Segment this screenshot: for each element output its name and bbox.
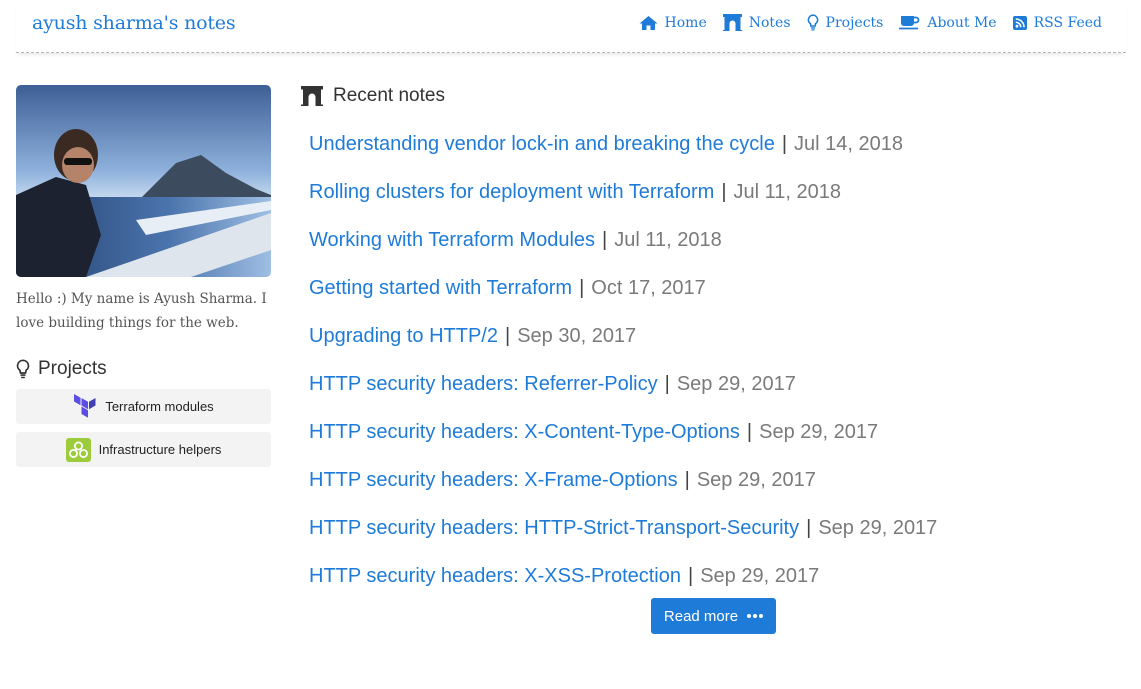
lightbulb-icon — [16, 359, 30, 379]
read-more-button[interactable]: Read more — [651, 598, 776, 634]
profile-photo — [16, 85, 271, 277]
project-infrastructure-helpers[interactable]: Infrastructure helpers — [16, 432, 271, 467]
lightbulb-icon — [807, 14, 818, 31]
note-separator: | — [504, 324, 511, 347]
note-separator: | — [664, 372, 670, 395]
recent-notes-heading: Recent notes — [301, 85, 445, 107]
nav-home-label: Home — [664, 14, 707, 31]
note-title-link[interactable]: HTTP security headers: Referrer-Policy — [309, 373, 658, 396]
terraform-logo-icon — [74, 393, 96, 418]
note-item: Rolling clusters for deployment with Ter… — [309, 168, 937, 216]
note-title-link[interactable]: Rolling clusters for deployment with Ter… — [309, 181, 714, 204]
note-date: Sep 29, 2017 — [696, 468, 816, 491]
note-separator: | — [806, 516, 812, 539]
archway-icon — [722, 14, 742, 31]
note-separator: | — [746, 420, 753, 443]
note-separator: | — [721, 180, 727, 203]
note-item: Upgrading to HTTP/2 | Sep 30, 2017 — [309, 312, 937, 360]
note-date: Sep 29, 2017 — [700, 564, 820, 587]
note-title-link[interactable]: HTTP security headers: X-XSS-Protection — [309, 565, 681, 588]
archway-icon — [301, 86, 323, 106]
rss-icon — [1012, 15, 1027, 30]
note-date: Sep 29, 2017 — [676, 372, 796, 395]
note-separator: | — [579, 276, 585, 299]
note-separator: | — [602, 228, 608, 251]
note-item: HTTP security headers: X-Frame-Options |… — [309, 456, 937, 504]
note-item: Working with Terraform Modules | Jul 11,… — [309, 216, 937, 264]
note-title-link[interactable]: Working with Terraform Modules — [309, 229, 595, 252]
note-item: HTTP security headers: X-Content-Type-Op… — [309, 408, 937, 456]
note-date: Sep 29, 2017 — [818, 516, 938, 539]
ellipsis-icon — [747, 614, 764, 618]
nav-projects[interactable]: Projects — [807, 14, 884, 31]
coffee-icon — [899, 16, 920, 30]
note-date: Oct 17, 2017 — [591, 276, 706, 299]
note-title-link[interactable]: HTTP security headers: HTTP-Strict-Trans… — [309, 517, 799, 540]
note-date: Sep 29, 2017 — [759, 420, 879, 443]
note-separator: | — [684, 468, 690, 491]
read-more-label: Read more — [663, 607, 739, 625]
nav-projects-label: Projects — [825, 14, 884, 31]
nav-about[interactable]: About Me — [899, 14, 997, 31]
site-title-link[interactable]: ayush sharma's notes — [32, 12, 236, 34]
note-title-link[interactable]: HTTP security headers: X-Frame-Options — [309, 469, 678, 492]
nav-home[interactable]: Home — [639, 14, 707, 31]
nav-rss-label: RSS Feed — [1033, 14, 1102, 31]
note-separator: | — [688, 564, 694, 587]
note-item: HTTP security headers: HTTP-Strict-Trans… — [309, 504, 937, 552]
home-icon — [639, 15, 658, 30]
infrastructure-logo-icon — [65, 437, 91, 462]
note-date: Sep 30, 2017 — [517, 324, 637, 347]
project-terraform-modules[interactable]: Terraform modules — [16, 389, 271, 424]
site-header: ayush sharma's notes Home Notes Projects — [16, 0, 1126, 53]
note-item: Understanding vendor lock-in and breakin… — [309, 120, 937, 168]
main-nav: Home Notes Projects About Me RSS Feed — [639, 14, 1102, 31]
recent-notes-label: Recent notes — [333, 85, 445, 106]
note-item: Getting started with Terraform | Oct 17,… — [309, 264, 937, 312]
note-item: HTTP security headers: Referrer-Policy |… — [309, 360, 937, 408]
projects-heading-label: Projects — [38, 358, 107, 379]
note-item: HTTP security headers: X-XSS-Protection … — [309, 552, 937, 600]
bio-text: Hello :) My name is Ayush Sharma. I love… — [16, 291, 267, 331]
notes-list: Understanding vendor lock-in and breakin… — [309, 120, 937, 600]
note-title-link[interactable]: HTTP security headers: X-Content-Type-Op… — [309, 421, 740, 444]
note-title-link[interactable]: Upgrading to HTTP/2 — [309, 325, 498, 348]
note-title-link[interactable]: Understanding vendor lock-in and breakin… — [309, 133, 775, 156]
note-title-link[interactable]: Getting started with Terraform — [309, 277, 572, 300]
note-date: Jul 11, 2018 — [614, 228, 722, 251]
nav-notes-label: Notes — [748, 14, 791, 31]
nav-about-label: About Me — [927, 14, 997, 31]
nav-notes[interactable]: Notes — [722, 14, 791, 31]
nav-rss[interactable]: RSS Feed — [1012, 14, 1102, 31]
note-date: Jul 11, 2018 — [733, 180, 842, 203]
project-terraform-label: Terraform modules — [105, 399, 214, 414]
note-separator: | — [781, 132, 788, 155]
note-date: Jul 14, 2018 — [794, 132, 904, 155]
project-infrastructure-label: Infrastructure helpers — [98, 442, 222, 457]
projects-heading: Projects — [16, 358, 107, 380]
